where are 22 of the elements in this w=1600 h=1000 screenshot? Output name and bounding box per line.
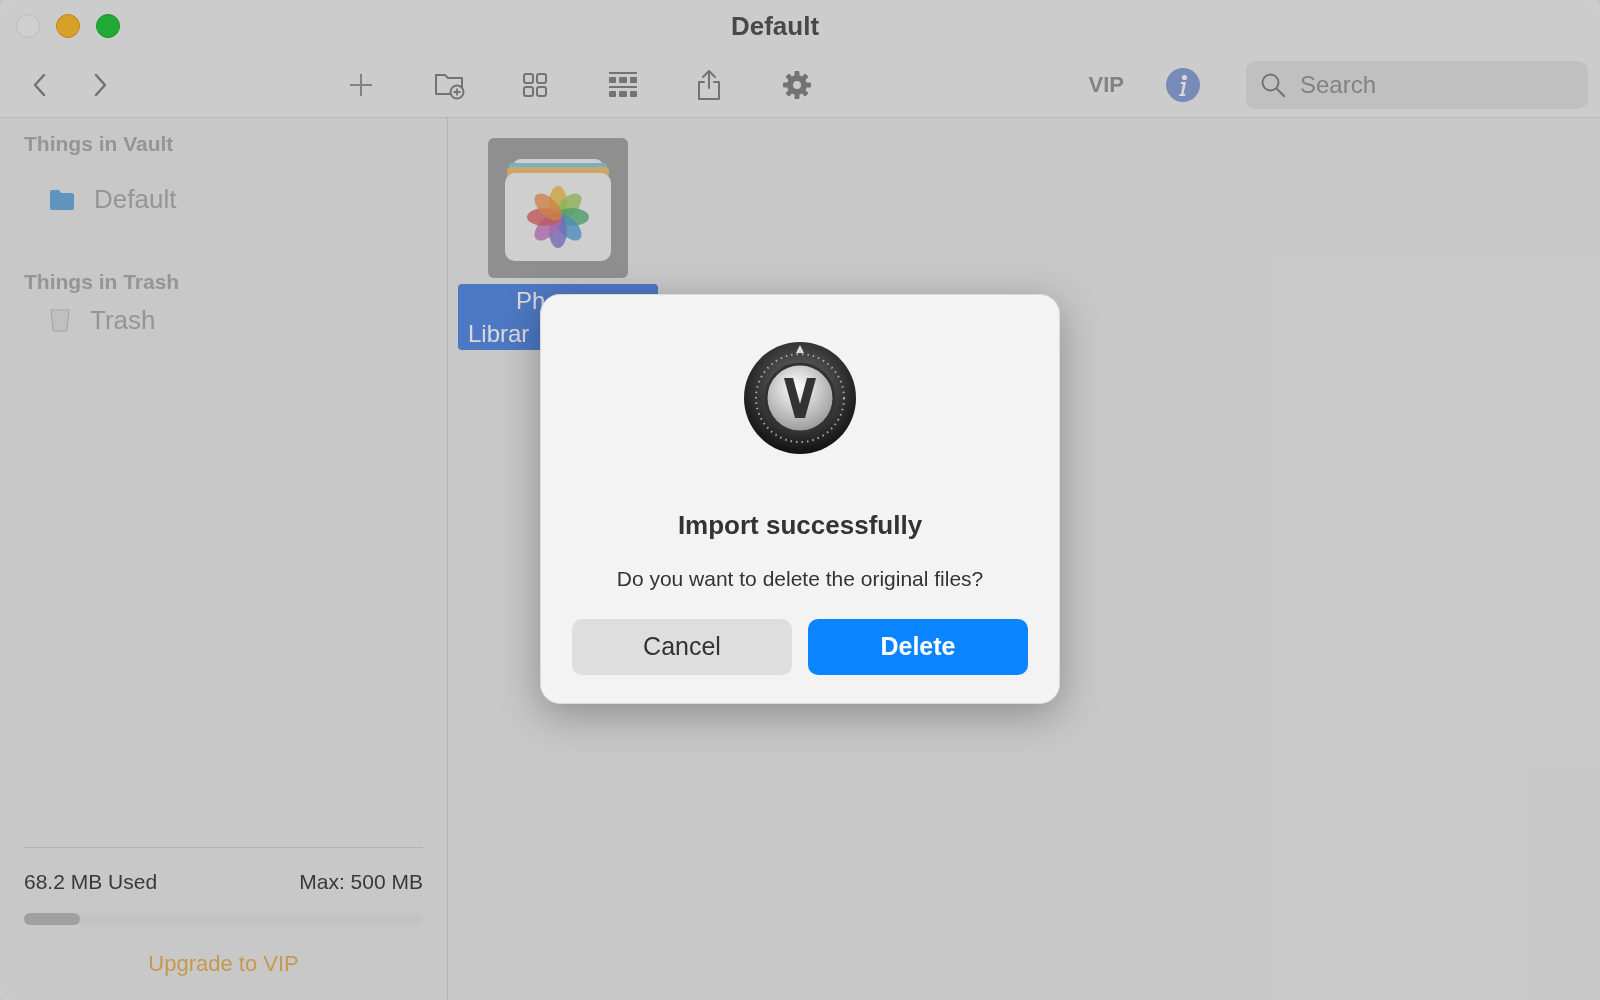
- search-field[interactable]: Search: [1246, 60, 1588, 109]
- folder-icon: [50, 189, 74, 210]
- photo-library-icon[interactable]: [488, 138, 628, 278]
- zoom-button[interactable]: [96, 14, 120, 38]
- share-icon[interactable]: [696, 68, 722, 101]
- trash-icon: [50, 308, 70, 332]
- upgrade-link[interactable]: Upgrade to VIP: [148, 947, 299, 980]
- dialog-message: Do you want to delete the original files?: [616, 566, 984, 592]
- settings-icon[interactable]: [782, 69, 812, 100]
- grid-icon[interactable]: [522, 71, 548, 98]
- cancel-button[interactable]: Cancel: [572, 618, 792, 675]
- grid-list-icon[interactable]: [608, 70, 638, 99]
- dialog-title: Import successfully: [677, 509, 923, 542]
- window-title: Default: [730, 9, 820, 43]
- minimize-button[interactable]: [56, 14, 80, 38]
- vip-button[interactable]: VIP: [1088, 68, 1124, 101]
- search-icon: [1260, 71, 1286, 98]
- storage-max-text: Max: 500 MB: [299, 868, 423, 895]
- info-icon[interactable]: [1166, 67, 1200, 102]
- delete-button[interactable]: Delete: [808, 618, 1028, 675]
- add-icon[interactable]: [348, 71, 374, 98]
- storage-used-text: 68.2 MB Used: [24, 868, 158, 895]
